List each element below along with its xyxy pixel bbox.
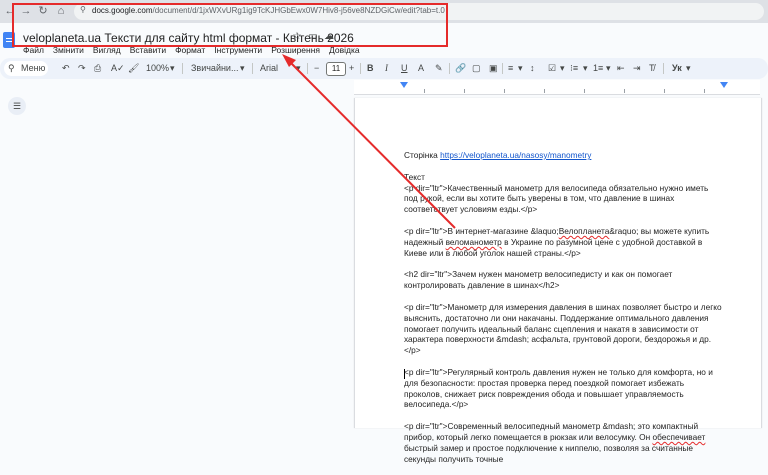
star-icon[interactable]: ☆ (291, 31, 303, 43)
document-body[interactable]: Сторінка https://veloplaneta.ua/nasosy/m… (404, 150, 724, 475)
move-folder-icon[interactable]: ▭ (307, 31, 319, 43)
ruler-tick (504, 89, 505, 93)
horizontal-ruler[interactable] (354, 80, 760, 95)
page-label: Сторінка (404, 150, 438, 160)
divider (252, 63, 253, 74)
browser-toolbar: ← → ↻ ⌂ ⚲ docs.google.com/document/d/1jx… (0, 0, 768, 23)
spellcheck-icon[interactable]: A✓ (111, 58, 125, 79)
font-size-input[interactable]: 11 (326, 62, 346, 76)
ruler-tick (624, 89, 625, 93)
menu-bar: Файл Змінити Вигляд Вставити Формат Інст… (23, 45, 369, 55)
formatting-toolbar: ⚲ Меню ↶ ↷ ⎙ A✓ 🖌 100% ▾ Звичайни... ▾ A… (0, 58, 768, 79)
menu-view[interactable]: Вигляд (93, 45, 121, 55)
divider (360, 63, 361, 74)
left-indent-marker[interactable] (400, 82, 408, 88)
divider (182, 63, 183, 74)
font-family-select[interactable]: Arial (260, 58, 278, 79)
text-color-icon[interactable]: A (418, 58, 424, 79)
misspelled-word[interactable]: веломанометр (446, 237, 502, 247)
comment-icon[interactable]: ▢ (472, 58, 481, 79)
misspelled-word[interactable]: Велопланета (559, 226, 610, 236)
decrease-indent-icon[interactable]: ⇤ (617, 58, 625, 79)
site-info-icon[interactable]: ⚲ (80, 5, 88, 15)
underline-icon[interactable]: U (401, 58, 408, 79)
paint-format-icon[interactable]: 🖌 (128, 58, 139, 79)
cloud-status-icon[interactable]: ☁ (323, 31, 335, 43)
back-icon[interactable]: ← (3, 4, 17, 18)
menu-search-label: Меню (21, 63, 46, 73)
redo-icon[interactable]: ↷ (78, 58, 86, 79)
divider (502, 63, 503, 74)
undo-icon[interactable]: ↶ (62, 58, 70, 79)
text-label: Текст (404, 171, 425, 182)
bold-icon[interactable]: B (367, 58, 374, 79)
align-icon[interactable]: ≡ (508, 58, 513, 79)
outline-icon[interactable]: ☰ (8, 97, 26, 115)
chevron-down-icon: ▾ (686, 63, 691, 73)
menu-file[interactable]: Файл (23, 45, 44, 55)
chevron-down-icon: ▾ (583, 63, 588, 73)
p5-part: быстрый замер и простое подключение к ни… (404, 442, 693, 464)
home-icon[interactable]: ⌂ (54, 4, 68, 18)
input-language-button[interactable]: Ук (672, 58, 682, 79)
right-indent-marker[interactable] (720, 82, 728, 88)
ruler-tick (584, 89, 585, 93)
line-spacing-icon[interactable]: ↕ (530, 58, 535, 79)
menu-extensions[interactable]: Розширення (271, 45, 320, 55)
ruler-tick (464, 89, 465, 93)
chevron-down-icon: ▾ (240, 63, 245, 73)
paragraph-style-select[interactable]: Звичайни... (191, 58, 238, 79)
divider (449, 63, 450, 74)
document-title[interactable]: veloplaneta.ua Тексти для сайту html фор… (23, 31, 354, 45)
page-line: Сторінка https://veloplaneta.ua/nasosy/m… (404, 150, 724, 161)
text-block: Текст (404, 172, 724, 183)
page-link[interactable]: https://veloplaneta.ua/nasosy/manometry (440, 150, 591, 160)
forward-icon[interactable]: → (19, 4, 33, 18)
print-icon[interactable]: ⎙ (94, 58, 101, 79)
divider (307, 63, 308, 74)
ruler-tick (664, 89, 665, 93)
url-path: /document/d/1jxWXvURg1ig9TcKJHGbEwx0W7Hi… (152, 6, 445, 15)
paragraph-2: <p dir="ltr">В интернет-магазине &laquo;… (404, 226, 724, 258)
reload-icon[interactable]: ↻ (36, 4, 50, 18)
numbered-list-icon[interactable]: 1≡ (593, 58, 603, 79)
text-cursor (404, 369, 405, 379)
chevron-down-icon: ▾ (560, 63, 565, 73)
highlight-icon[interactable]: ✎ (435, 58, 443, 79)
image-icon[interactable]: ▣ (489, 58, 498, 79)
search-icon: ⚲ (8, 63, 15, 73)
link-icon[interactable]: 🔗 (455, 58, 466, 79)
divider (663, 63, 664, 74)
zoom-select[interactable]: 100% (146, 58, 169, 79)
paragraph-3: <p dir="ltr">Манометр для измерения давл… (404, 301, 722, 356)
p2-part: <p dir="ltr">В интернет-магазине &laquo; (404, 225, 559, 236)
decrease-font-size-icon[interactable]: − (314, 58, 319, 79)
italic-icon[interactable]: I (385, 58, 388, 79)
paragraph-1: <p dir="ltr">Качественный манометр для в… (404, 182, 709, 215)
paragraph-4: <p dir="ltr">Регулярный контроль давлени… (404, 366, 713, 410)
ruler-tick (424, 89, 425, 93)
heading-2-code: <h2 dir="ltr">Зачем нужен манометр велос… (404, 269, 673, 291)
menu-tools[interactable]: Інструменти (214, 45, 262, 55)
chevron-down-icon: ▾ (170, 63, 175, 73)
increase-font-size-icon[interactable]: + (349, 58, 354, 79)
chevron-down-icon: ▾ (518, 63, 523, 73)
paragraph-5: <p dir="ltr">Современный велосипедный ма… (404, 421, 724, 464)
chevron-down-icon: ▾ (606, 63, 611, 73)
url-text: docs.google.com/document/d/1jxWXvURg1ig9… (92, 6, 445, 15)
docs-logo-icon[interactable] (3, 32, 15, 48)
clear-formatting-icon[interactable]: T̸ (649, 58, 655, 79)
increase-indent-icon[interactable]: ⇥ (633, 58, 641, 79)
menu-edit[interactable]: Змінити (53, 45, 84, 55)
menu-format[interactable]: Формат (175, 45, 205, 55)
bulleted-list-icon[interactable]: ⁝≡ (570, 58, 578, 79)
url-host: docs.google.com (92, 6, 153, 15)
checklist-icon[interactable]: ☑ (548, 58, 556, 79)
menu-insert[interactable]: Вставити (130, 45, 166, 55)
ruler-tick (704, 89, 705, 93)
menu-help[interactable]: Довідка (329, 45, 360, 55)
chevron-down-icon: ▾ (296, 63, 301, 73)
ruler-tick (544, 89, 545, 93)
misspelled-word[interactable]: обеспечивает (652, 432, 705, 442)
